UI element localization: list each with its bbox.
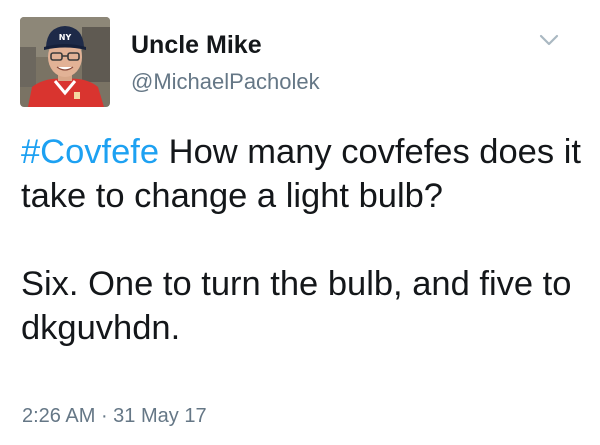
hashtag-link[interactable]: #Covfefe <box>21 133 159 171</box>
avatar-photo: NY <box>20 17 110 107</box>
tweet-text: #Covfefe How many covfefes does it take … <box>21 130 586 350</box>
tweet-paragraph-1: #Covfefe How many covfefes does it take … <box>21 130 586 218</box>
tweet-paragraph-2: Six. One to turn the bulb, and five to d… <box>21 265 572 347</box>
avatar[interactable]: NY <box>20 17 110 107</box>
cap-logo: NY <box>59 33 72 42</box>
meta-separator: · <box>95 405 114 427</box>
chevron-down-icon <box>539 34 559 46</box>
display-name[interactable]: Uncle Mike <box>131 30 320 60</box>
tweet-timestamp[interactable]: 2:26 AM · 31 May 17 <box>22 403 207 429</box>
user-handle[interactable]: @MichaelPacholek <box>131 68 320 96</box>
author-info: Uncle Mike @MichaelPacholek <box>131 30 320 96</box>
tweet-date: 31 May 17 <box>113 405 207 427</box>
tweet-menu-button[interactable] <box>537 30 561 50</box>
tweet-time: 2:26 AM <box>22 405 96 427</box>
tweet-card: NY Uncle Mike @MichaelPacholek #Covfefe … <box>0 0 600 445</box>
